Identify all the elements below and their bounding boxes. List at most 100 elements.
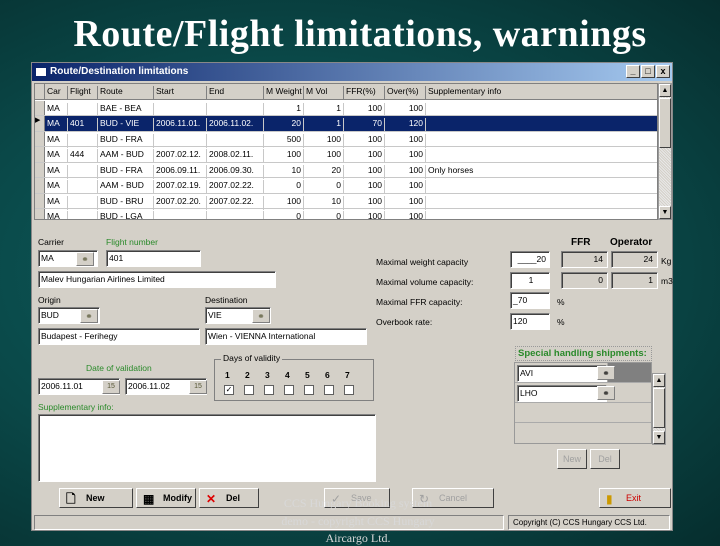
table-cell (154, 133, 207, 148)
max-ffr-label: Maximal FFR capacity: (376, 297, 463, 307)
row-indicator[interactable] (35, 193, 45, 208)
grid-header: Car Flight Route Start End M Weight M Vol FFR(%… (35, 84, 657, 100)
table-cell (154, 102, 207, 117)
table-cell: 100 (344, 180, 385, 194)
row-indicator[interactable] (35, 209, 45, 219)
table-cell: 500 (264, 133, 304, 148)
table-row[interactable]: MA BUD - FRA 2006.09.11. 2006.09.30. 10 20 100… (35, 162, 657, 179)
grid-scrollbar[interactable]: ▲ ▼ (658, 83, 672, 220)
row-indicator[interactable] (35, 147, 45, 162)
column-header[interactable]: Supplementary info (426, 86, 657, 100)
table-cell: 100 (385, 102, 426, 117)
limitations-grid[interactable]: Car Flight Route Start End M Weight M Vol FFR(%… (34, 83, 658, 220)
row-indicator[interactable] (35, 162, 45, 177)
day-checkbox[interactable]: ✓ (224, 385, 234, 395)
column-header[interactable]: Flight (68, 86, 98, 100)
calendar-from-icon[interactable]: 15 (102, 380, 120, 394)
shs-new-button[interactable]: New (557, 449, 587, 469)
table-row[interactable]: MA BAE - BEA 1 1 100 100 (35, 100, 657, 117)
shs-search-binoculars-icon[interactable]: ⚭ (597, 386, 615, 400)
day-checkbox[interactable] (304, 385, 314, 395)
table-row[interactable]: MA 444 AAM - BUD 2007.02.12. 2008.02.11. 100 1… (35, 147, 657, 163)
table-cell: MA (45, 180, 68, 194)
destination-search-binoculars-icon[interactable]: ⚭ (252, 309, 270, 323)
special-handling-list[interactable]: AVI ⚭ LHO ⚭ (514, 362, 652, 444)
column-header[interactable]: M Weight (264, 86, 304, 100)
max-weight-input[interactable]: ____20 (510, 251, 550, 268)
column-header[interactable]: Over(%) (385, 86, 426, 100)
overbook-input[interactable]: 120 (510, 313, 550, 330)
carrier-search-binoculars-icon[interactable]: ⚭ (76, 252, 94, 266)
maximize-button[interactable]: □ (641, 65, 655, 78)
shs-code-2[interactable]: LHO (517, 385, 607, 402)
day-checkbox[interactable] (244, 385, 254, 395)
table-cell: 20 (304, 164, 344, 179)
calendar-to-icon[interactable]: 15 (189, 380, 207, 394)
table-cell: MA (45, 118, 68, 132)
table-cell: 10 (304, 195, 344, 210)
special-handling-label: Special handling shipments: (515, 346, 652, 361)
overbook-label: Overbook rate: (376, 317, 433, 327)
scroll-up-icon[interactable]: ▲ (659, 84, 671, 97)
table-row[interactable]: ▶ MA 401 BUD - VIE 2006.11.01. 2006.11.02. 20 1… (35, 116, 657, 132)
column-header[interactable]: M Vol (304, 86, 344, 100)
supplementary-info-textarea[interactable] (38, 414, 376, 482)
day-label: 5 (305, 370, 310, 380)
watermark-line-2: demo - copyright CCS Hungary (281, 514, 435, 528)
column-header[interactable]: End (207, 86, 264, 100)
table-cell: 120 (385, 118, 426, 132)
days-of-validity-group: Days of validity 1 ✓ 2 3 4 5 6 7 (214, 353, 374, 401)
table-cell: AAM - BUD (98, 180, 154, 194)
row-indicator[interactable]: ▶ (35, 116, 45, 131)
table-cell: 2007.02.19. (154, 180, 207, 194)
max-ffr-input[interactable]: _70 (510, 292, 550, 309)
table-row[interactable]: MA AAM - BUD 2007.02.19. 2007.02.22. 0 0 100 10… (35, 178, 657, 194)
date-of-validation-label: Date of validation (86, 363, 152, 373)
day-checkbox[interactable] (324, 385, 334, 395)
origin-label: Origin (38, 295, 61, 305)
row-indicator[interactable] (35, 131, 45, 146)
modify-button[interactable]: ▦ Modify (136, 488, 196, 508)
column-header[interactable]: Start (154, 86, 207, 100)
minimize-button[interactable]: _ (626, 65, 640, 78)
new-button[interactable]: 🗋 New (59, 488, 133, 508)
row-indicator[interactable] (35, 178, 45, 193)
shs-search-binoculars-icon[interactable]: ⚭ (597, 366, 615, 380)
table-row[interactable]: MA BUD - LGA 0 0 100 100 (35, 209, 657, 219)
delete-x-icon: ✕ (206, 492, 217, 506)
day-checkbox[interactable] (284, 385, 294, 395)
carrier-label: Carrier (38, 237, 64, 247)
flight-number-input[interactable]: 401 (106, 250, 201, 267)
shs-del-button[interactable]: Del (590, 449, 620, 469)
volume-operator-field: 1 (611, 272, 658, 289)
shs-code-1[interactable]: AVI (517, 365, 607, 382)
table-cell: 100 (385, 149, 426, 163)
scroll-thumb[interactable] (653, 388, 665, 428)
origin-search-binoculars-icon[interactable]: ⚭ (80, 309, 98, 323)
table-row[interactable]: MA BUD - BRU 2007.02.20. 2007.02.22. 100 10 10… (35, 193, 657, 210)
destination-label: Destination (205, 295, 248, 305)
day-checkbox[interactable] (344, 385, 354, 395)
status-copyright: Copyright (C) CCS Hungary CCS Ltd. (508, 515, 670, 530)
row-indicator[interactable] (35, 100, 45, 115)
column-header[interactable]: Car (45, 86, 68, 100)
max-volume-input[interactable]: 1 (510, 272, 550, 289)
exit-button[interactable]: ▮ Exit (599, 488, 671, 508)
column-header[interactable]: Route (98, 86, 154, 100)
scroll-thumb[interactable] (659, 98, 671, 148)
day-checkbox[interactable] (264, 385, 274, 395)
table-cell: 1 (304, 102, 344, 117)
ffr-percent: % (557, 297, 565, 307)
title-bar: Route/Destination limitations _ □ x (32, 63, 672, 81)
scroll-down-icon[interactable]: ▼ (659, 206, 671, 219)
table-row[interactable]: MA BUD - FRA 500 100 100 100 (35, 131, 657, 148)
table-cell: 0 (304, 211, 344, 219)
scroll-up-icon[interactable]: ▲ (653, 374, 665, 387)
shs-scrollbar[interactable]: ▲ ▼ (652, 373, 666, 445)
scroll-down-icon[interactable]: ▼ (653, 431, 665, 444)
day-label: 1 (225, 370, 230, 380)
column-header[interactable]: FFR(%) (344, 86, 385, 100)
close-button[interactable]: x (656, 65, 670, 78)
max-volume-label: Maximal volume capacity: (376, 277, 474, 287)
row-indicator[interactable] (35, 84, 45, 99)
